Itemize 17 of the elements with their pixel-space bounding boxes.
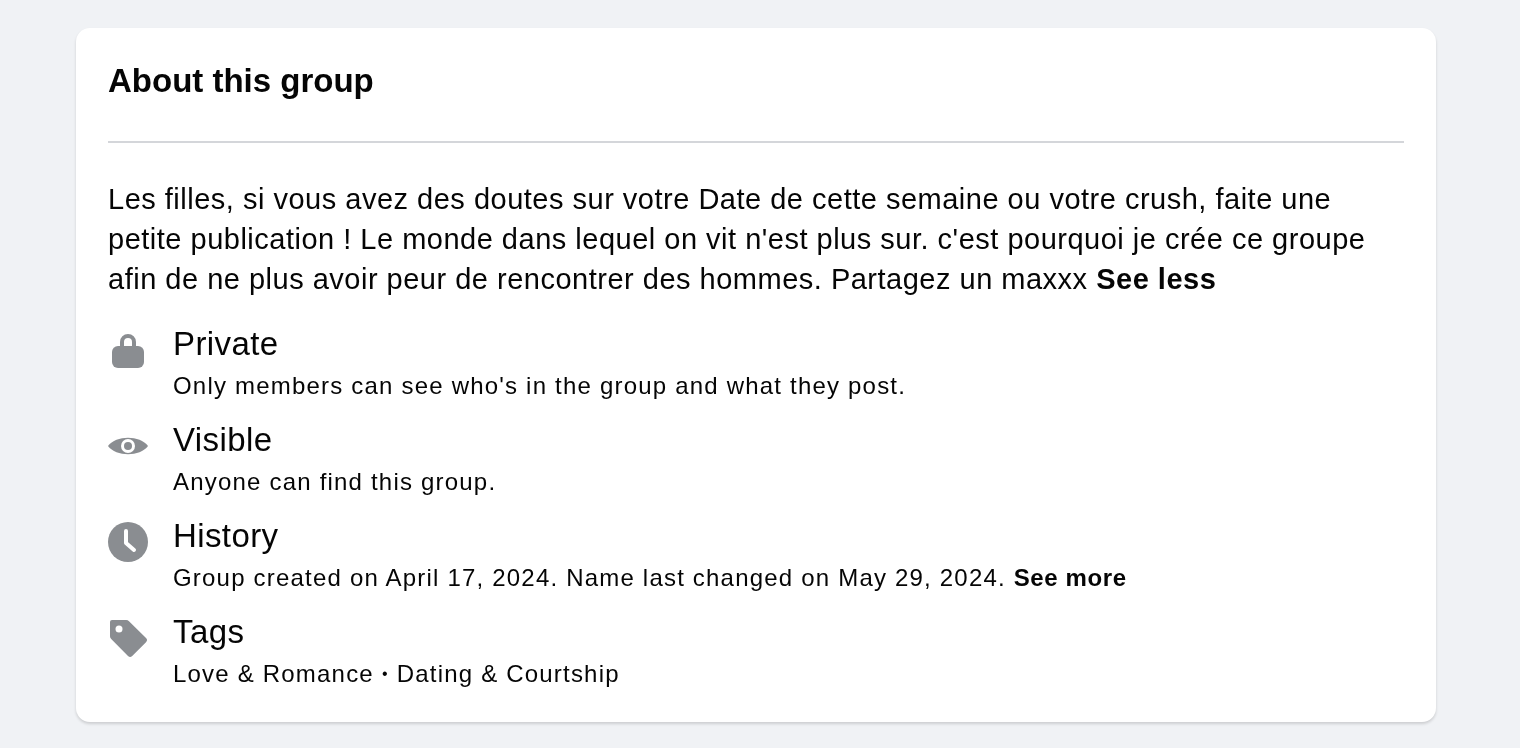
lock-icon [112, 332, 144, 368]
item-description: Only members can see who's in the group and what they post. [173, 372, 907, 400]
tag-label[interactable]: Love & Romance [173, 660, 374, 688]
tag-label[interactable]: Dating & Courtship [396, 660, 620, 688]
item-description: Group created on April 17, 2024. Name last changed on May 29, 2024. See more [173, 564, 1127, 592]
item-description: Anyone can find this group. [173, 468, 497, 496]
item-title: Private [173, 324, 280, 364]
clock-icon [108, 522, 148, 562]
item-title: Visible [173, 420, 274, 460]
separator-dot: • [381, 664, 389, 684]
item-title: History [173, 516, 280, 556]
tag-icon [108, 618, 148, 658]
see-more-link[interactable]: See more [1013, 564, 1127, 591]
item-title: Tags [173, 612, 246, 652]
card-title: About this group [108, 61, 375, 101]
see-less-link[interactable]: See less [1096, 263, 1217, 295]
group-description: Les filles, si vous avez des doutes sur votre Date de cette semaine ou votre crush, faite une petite publication ! Le monde dans lequel on vit n'est plus sur. c'est pourquoi je crée ce groupe afin de ne plus avoir peur de rencontrer des hommes. Partagez un maxxx See less [108, 182, 1367, 297]
